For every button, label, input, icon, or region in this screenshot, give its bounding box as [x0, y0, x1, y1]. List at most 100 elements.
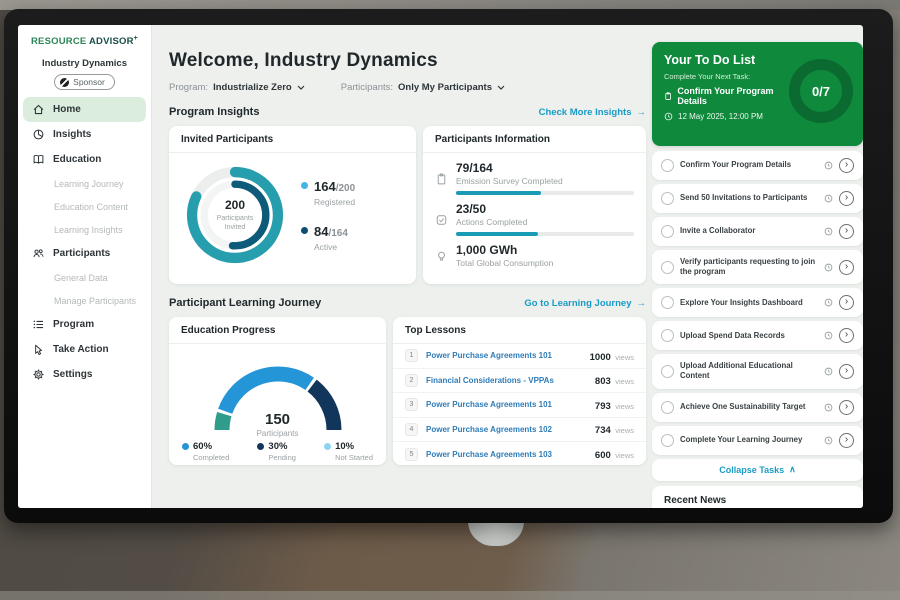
stat-label: Actions Completed [456, 217, 634, 227]
clock-icon [664, 112, 673, 121]
app-logo[interactable]: RESOURCE ADVISOR+ [18, 25, 151, 47]
stat-global-consumption: 1,000 GWh Total Global Consumption [435, 243, 634, 268]
lesson-row: 2 Financial Considerations - VPPAs 803 v… [393, 369, 646, 394]
lesson-row: 3 Power Purchase Agreements 101 793 view… [393, 393, 646, 418]
task-item[interactable]: Explore Your Insights Dashboard › [652, 288, 863, 317]
task-chevron-button[interactable]: › [839, 191, 854, 206]
stat-value: 23/50 [456, 202, 634, 216]
sidebar-item-participants[interactable]: Participants [18, 241, 151, 266]
legend-dot [301, 182, 308, 189]
task-checkbox[interactable] [661, 401, 674, 414]
task-item[interactable]: Upload Spend Data Records › [652, 321, 863, 350]
task-label: Send 50 Invitations to Participants [680, 193, 818, 203]
legend-pct: 10% [335, 441, 373, 452]
task-checkbox[interactable] [661, 159, 674, 172]
lesson-link[interactable]: Power Purchase Agreements 101 [426, 351, 582, 360]
task-chevron-button[interactable]: › [839, 364, 854, 379]
sponsor-badge-icon [60, 78, 69, 87]
arrow-right-icon: → [637, 107, 647, 118]
sidebar-item-learning-journey[interactable]: Learning Journey [18, 172, 151, 195]
legend-dot [301, 227, 308, 234]
progress-fill [456, 232, 538, 236]
task-chevron-button[interactable]: › [839, 224, 854, 239]
task-chevron-button[interactable]: › [839, 158, 854, 173]
sidebar-item-take-action[interactable]: Take Action [18, 337, 151, 362]
lesson-rank: 4 [405, 423, 418, 436]
stat-value: 1,000 GWh [456, 243, 634, 257]
sidebar-item-home[interactable]: Home [23, 97, 146, 122]
monitor-bezel: RESOURCE ADVISOR+ Industry Dynamics Spon… [4, 9, 893, 523]
task-checkbox[interactable] [661, 365, 674, 378]
sidebar-nav: Home Insights Education Learning Journey… [18, 97, 151, 387]
legend-total: /164 [328, 228, 347, 239]
task-chevron-button[interactable]: › [839, 260, 854, 275]
task-chevron-button[interactable]: › [839, 295, 854, 310]
task-item[interactable]: Send 50 Invitations to Participants › [652, 184, 863, 213]
participants-filter-value: Only My Participants [398, 82, 492, 93]
task-checkbox[interactable] [661, 225, 674, 238]
participants-filter-dropdown[interactable]: Participants: Only My Participants [341, 82, 505, 93]
task-checkbox[interactable] [661, 192, 674, 205]
task-checkbox[interactable] [661, 296, 674, 309]
main-content: Welcome, Industry Dynamics Program: Indu… [153, 25, 664, 508]
legend-pct: 30% [268, 441, 296, 452]
sidebar-item-education[interactable]: Education [18, 147, 151, 172]
task-chevron-button[interactable]: › [839, 433, 854, 448]
task-checkbox[interactable] [661, 329, 674, 342]
lesson-link[interactable]: Financial Considerations - VPPAs [426, 376, 587, 385]
gauge-legend: 60%Completed 30%Pending 10%Not Started [169, 441, 386, 462]
lesson-row: 1 Power Purchase Agreements 101 1000 vie… [393, 344, 646, 369]
gauge-center-value: 150 [198, 411, 358, 428]
arrow-right-icon: → [637, 298, 647, 309]
stat-value: 79/164 [456, 161, 634, 175]
sidebar-item-education-content[interactable]: Education Content [18, 195, 151, 218]
lesson-views: 600 views [595, 445, 634, 463]
task-chevron-button[interactable]: › [839, 328, 854, 343]
program-filter-value: Industrialize Zero [213, 82, 292, 93]
task-item[interactable]: Invite a Collaborator › [652, 217, 863, 246]
lesson-link[interactable]: Power Purchase Agreements 102 [426, 425, 587, 434]
sidebar-item-learning-insights[interactable]: Learning Insights [18, 218, 151, 241]
survey-clipboard-icon [435, 161, 448, 195]
task-checkbox[interactable] [661, 261, 674, 274]
task-item[interactable]: Complete Your Learning Journey › [652, 426, 863, 455]
program-filter-dropdown[interactable]: Program: Industrialize Zero [169, 82, 305, 93]
task-chevron-button[interactable]: › [839, 400, 854, 415]
progress-track [456, 232, 634, 236]
task-item[interactable]: Verify participants requesting to join t… [652, 250, 863, 284]
take-action-icon [32, 343, 45, 356]
collapse-tasks-button[interactable]: Collapse Tasks ∧ [652, 459, 863, 481]
education-progress-gauge: 150 Participants [198, 348, 358, 438]
task-clock-icon [824, 263, 833, 272]
task-item[interactable]: Confirm Your Program Details › [652, 151, 863, 180]
logo-plus: + [134, 35, 138, 42]
task-checkbox[interactable] [661, 434, 674, 447]
task-clock-icon [824, 194, 833, 203]
donut-legend: 164/200 Registered 84/164 Active [301, 178, 355, 252]
lesson-link[interactable]: Power Purchase Agreements 101 [426, 400, 587, 409]
task-item[interactable]: Upload Additional Educational Content › [652, 354, 863, 388]
sidebar-item-insights[interactable]: Insights [18, 122, 151, 147]
sponsor-badge[interactable]: Sponsor [54, 74, 115, 90]
todo-due-label: 12 May 2025, 12:00 PM [678, 112, 763, 121]
check-more-insights-link[interactable]: Check More Insights→ [539, 107, 646, 118]
donut-center-label: Participants Invited [210, 214, 260, 232]
chevron-down-icon [297, 85, 305, 90]
task-label: Invite a Collaborator [680, 226, 818, 236]
monitor-stand [468, 521, 524, 546]
task-item[interactable]: Achieve One Sustainability Target › [652, 393, 863, 422]
sidebar-item-settings[interactable]: Settings [18, 362, 151, 387]
sidebar-item-label: Learning Journey [54, 179, 124, 189]
link-label: Go to Learning Journey [524, 298, 631, 309]
invited-participants-card: Invited Participants 200 Participants In… [169, 126, 416, 284]
org-name: Industry Dynamics [18, 58, 151, 69]
lesson-link[interactable]: Power Purchase Agreements 103 [426, 450, 587, 459]
todo-summary-card: Your To Do List Complete Your Next Task:… [652, 42, 863, 146]
go-to-learning-journey-link[interactable]: Go to Learning Journey → [524, 298, 646, 309]
sidebar-item-program[interactable]: Program [18, 312, 151, 337]
sponsor-badge-label: Sponsor [73, 77, 105, 87]
sidebar-item-general-data[interactable]: General Data [18, 266, 151, 289]
task-clock-icon [824, 298, 833, 307]
sidebar-item-manage-participants[interactable]: Manage Participants [18, 289, 151, 312]
learning-journey-header: Participant Learning Journey Go to Learn… [169, 297, 646, 309]
